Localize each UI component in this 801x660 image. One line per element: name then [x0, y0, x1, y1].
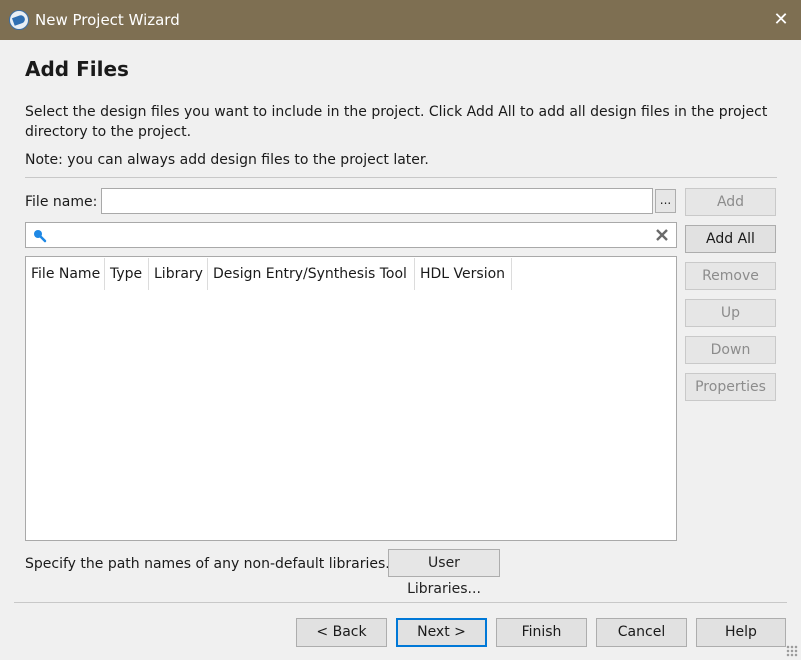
remove-button[interactable]: Remove	[685, 262, 776, 290]
column-header-library[interactable]: Library	[149, 258, 208, 290]
app-icon	[9, 10, 29, 30]
file-name-input[interactable]	[101, 188, 653, 214]
libraries-hint: Specify the path names of any non-defaul…	[25, 556, 390, 572]
column-header-type[interactable]: Type	[105, 258, 149, 290]
next-button[interactable]: Next >	[396, 618, 487, 647]
page-note: Note: you can always add design files to…	[25, 152, 429, 168]
column-header-file-name[interactable]: File Name	[26, 258, 105, 290]
resize-grip[interactable]	[786, 645, 798, 657]
close-icon: ✕	[773, 9, 789, 30]
cancel-button[interactable]: Cancel	[596, 618, 687, 647]
add-all-button[interactable]: Add All	[685, 225, 776, 253]
column-header-hdl-version[interactable]: HDL Version	[415, 258, 512, 290]
window-title: New Project Wizard	[35, 11, 180, 29]
clear-icon[interactable]	[655, 228, 669, 242]
column-header-design-entry-tool[interactable]: Design Entry/Synthesis Tool	[208, 258, 415, 290]
file-name-label: File name:	[25, 194, 98, 210]
search-icon	[34, 230, 47, 243]
filter-input[interactable]	[25, 222, 677, 248]
back-button[interactable]: < Back	[296, 618, 387, 647]
help-button[interactable]: Help	[696, 618, 786, 647]
browse-button[interactable]: ...	[655, 189, 676, 213]
up-button[interactable]: Up	[685, 299, 776, 327]
page-description: Select the design files you want to incl…	[25, 104, 768, 140]
title-bar: New Project Wizard ✕	[0, 0, 801, 40]
close-button[interactable]: ✕	[767, 6, 795, 34]
user-libraries-button[interactable]: User Libraries...	[388, 549, 500, 597]
finish-button[interactable]: Finish	[496, 618, 587, 647]
page-title: Add Files	[25, 57, 129, 81]
divider-top	[25, 177, 777, 178]
browse-button-label: ...	[659, 193, 672, 207]
divider-bottom	[14, 602, 787, 603]
down-button[interactable]: Down	[685, 336, 776, 364]
add-button[interactable]: Add	[685, 188, 776, 216]
properties-button[interactable]: Properties	[685, 373, 776, 401]
file-table[interactable]: File Name Type Library Design Entry/Synt…	[25, 256, 677, 541]
